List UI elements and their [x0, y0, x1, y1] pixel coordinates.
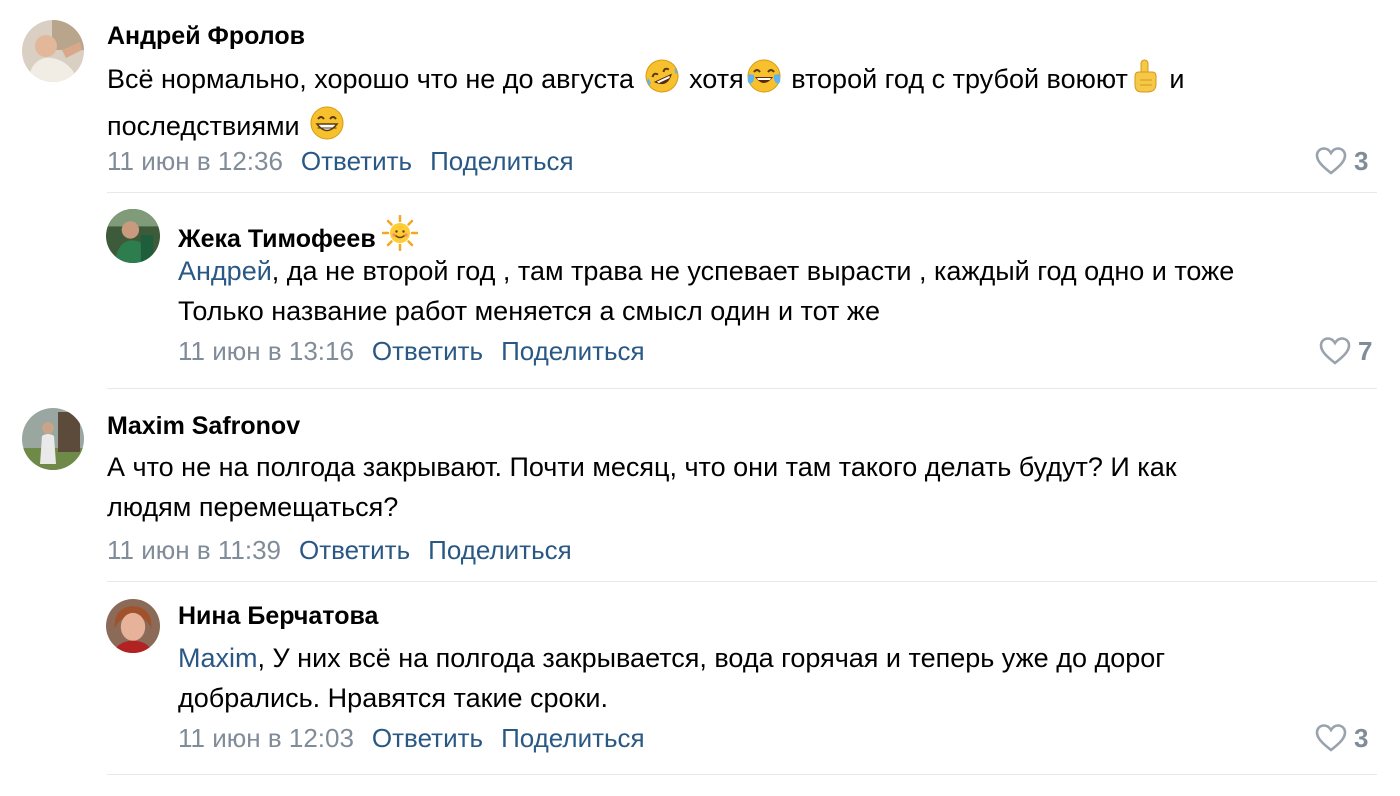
heart-icon	[1319, 337, 1351, 365]
share-button[interactable]: Поделиться	[501, 723, 645, 753]
share-button[interactable]: Поделиться	[430, 146, 574, 176]
like-button[interactable]: 3	[1314, 723, 1368, 754]
comment: Maxim Safronov А что не на полгода закры…	[0, 390, 1400, 585]
reply-button[interactable]: Ответить	[372, 723, 483, 753]
grinning-emoji-icon	[309, 105, 345, 152]
comment-date[interactable]: 11 июн в 13:16	[178, 336, 354, 366]
mention-link[interactable]: Андрей	[178, 256, 272, 286]
divider	[107, 388, 1377, 389]
tears-of-joy-emoji-icon	[746, 58, 782, 105]
rofl-emoji-icon	[644, 58, 680, 105]
like-count: 3	[1354, 723, 1369, 753]
avatar-photo	[106, 599, 160, 653]
comment-author[interactable]: Андрей Фролов	[107, 22, 305, 51]
comment-meta: 11 июн в 12:36 Ответить Поделиться	[107, 146, 592, 177]
comment-text-part: и	[1169, 64, 1185, 94]
comment-text: Андрей, да не второй год , там трава не …	[178, 251, 1388, 331]
comment-text: Всё нормально, хорошо что не до августа …	[107, 58, 1377, 152]
comment-text-part: второй год с трубой воюют	[791, 64, 1128, 94]
comment-text: Maxim, У них всё на полгода закрывается,…	[178, 638, 1378, 718]
heart-icon	[1315, 724, 1347, 752]
reply-comment: Нина Берчатова Maxim, У них всё на полго…	[0, 585, 1400, 796]
index-pointing-up-emoji-icon	[1130, 58, 1160, 105]
comment-date[interactable]: 11 июн в 12:03	[178, 723, 354, 753]
comment-text: А что не на полгода закрывают. Почти мес…	[107, 447, 1377, 527]
comment-date[interactable]: 11 июн в 12:36	[107, 146, 283, 176]
comment-date[interactable]: 11 июн в 11:39	[107, 535, 281, 565]
reply-button[interactable]: Ответить	[301, 146, 412, 176]
avatar[interactable]	[22, 408, 84, 470]
comment-meta: 11 июн в 12:03 Ответить Поделиться	[178, 723, 663, 754]
heart-icon	[1315, 147, 1347, 175]
divider	[107, 192, 1377, 193]
comment-text-part: Всё нормально, хорошо что не до августа	[107, 64, 635, 94]
reply-button[interactable]: Ответить	[299, 535, 410, 565]
author-name: Жека Тимофеев	[178, 225, 376, 253]
comment-text-part: последствиями	[107, 111, 300, 141]
comment-meta: 11 июн в 11:39 Ответить Поделиться	[107, 535, 590, 566]
mention-link[interactable]: Maxim	[178, 643, 258, 673]
like-button[interactable]: 3	[1314, 146, 1368, 177]
comment-text-part: добрались. Нравятся такие сроки.	[178, 683, 608, 713]
share-button[interactable]: Поделиться	[501, 336, 645, 366]
reply-comment: Жека Тимофеев Андрей, да не второй год ,…	[0, 195, 1400, 390]
like-count: 7	[1358, 336, 1373, 366]
avatar-photo	[22, 408, 84, 470]
comment-text-part: Только название работ меняется а смысл о…	[178, 296, 880, 326]
comment-author[interactable]: Нина Берчатова	[178, 602, 378, 631]
divider	[107, 774, 1377, 775]
avatar[interactable]	[106, 209, 160, 263]
comment-text-part: , У них всё на полгода закрывается, вода…	[257, 643, 1166, 673]
divider	[107, 581, 1377, 582]
like-count: 3	[1354, 146, 1369, 176]
avatar-photo	[22, 20, 84, 82]
reply-button[interactable]: Ответить	[372, 336, 483, 366]
like-button[interactable]: 7	[1318, 336, 1372, 367]
comment-text-part: людям перемещаться?	[107, 492, 399, 522]
share-button[interactable]: Поделиться	[428, 535, 572, 565]
avatar-photo	[106, 209, 160, 263]
comment-meta: 11 июн в 13:16 Ответить Поделиться	[178, 336, 663, 367]
comment: Андрей Фролов Всё нормально, хорошо что …	[0, 0, 1400, 195]
comment-author[interactable]: Maxim Safronov	[107, 412, 300, 441]
avatar[interactable]	[22, 20, 84, 82]
comment-text-part: хотя	[689, 64, 744, 94]
comment-text-part: А что не на полгода закрывают. Почти мес…	[107, 452, 1177, 482]
comment-text-part: , да не второй год , там трава не успева…	[271, 256, 1235, 286]
avatar[interactable]	[106, 599, 160, 653]
